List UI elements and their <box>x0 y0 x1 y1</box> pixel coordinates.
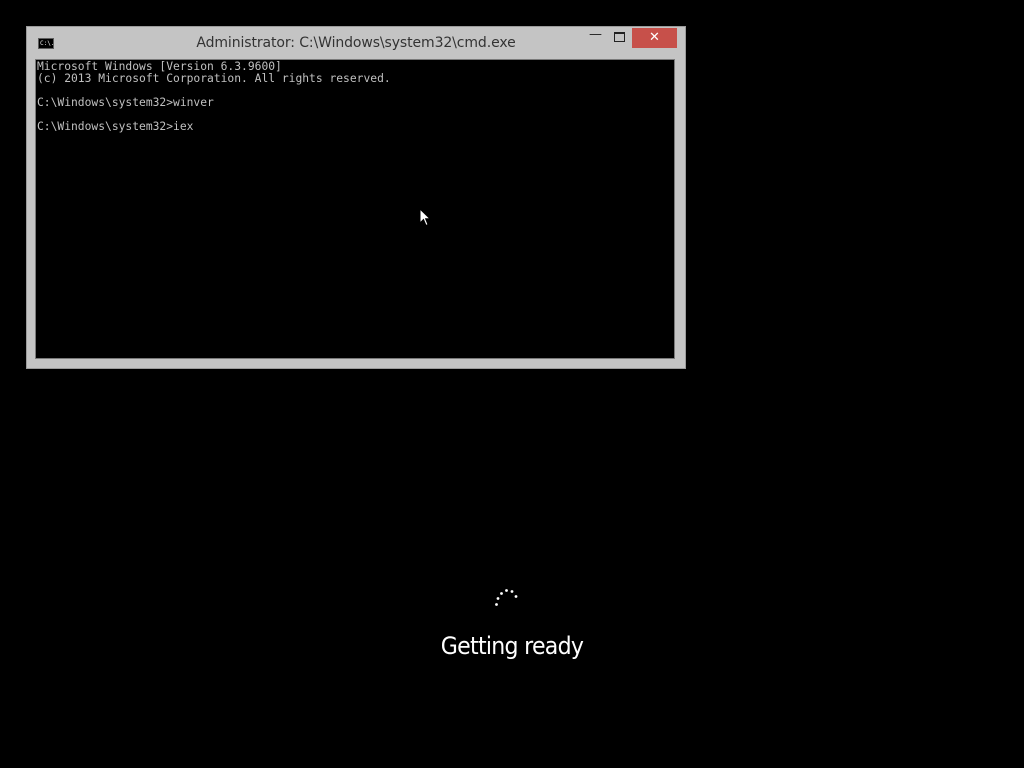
console-output[interactable]: Microsoft Windows [Version 6.3.9600] (c)… <box>35 59 675 359</box>
cmd-window[interactable]: C:\. Administrator: C:\Windows\system32\… <box>26 26 686 369</box>
loading-dots-icon <box>495 589 518 606</box>
console-line-current-prompt[interactable]: C:\Windows\system32>iex <box>37 121 193 133</box>
console-line-copyright: (c) 2013 Microsoft Corporation. All righ… <box>37 72 391 85</box>
maximize-button[interactable] <box>607 28 632 48</box>
close-button[interactable]: ✕ <box>632 28 677 48</box>
mouse-pointer-icon <box>419 208 432 227</box>
setup-status-text: Getting ready <box>440 632 584 660</box>
window-titlebar[interactable]: C:\. Administrator: C:\Windows\system32\… <box>27 27 685 58</box>
minimize-button[interactable]: — <box>582 28 609 48</box>
console-line-winver-command: C:\Windows\system32>winver <box>37 96 214 109</box>
maximize-icon <box>614 32 625 42</box>
